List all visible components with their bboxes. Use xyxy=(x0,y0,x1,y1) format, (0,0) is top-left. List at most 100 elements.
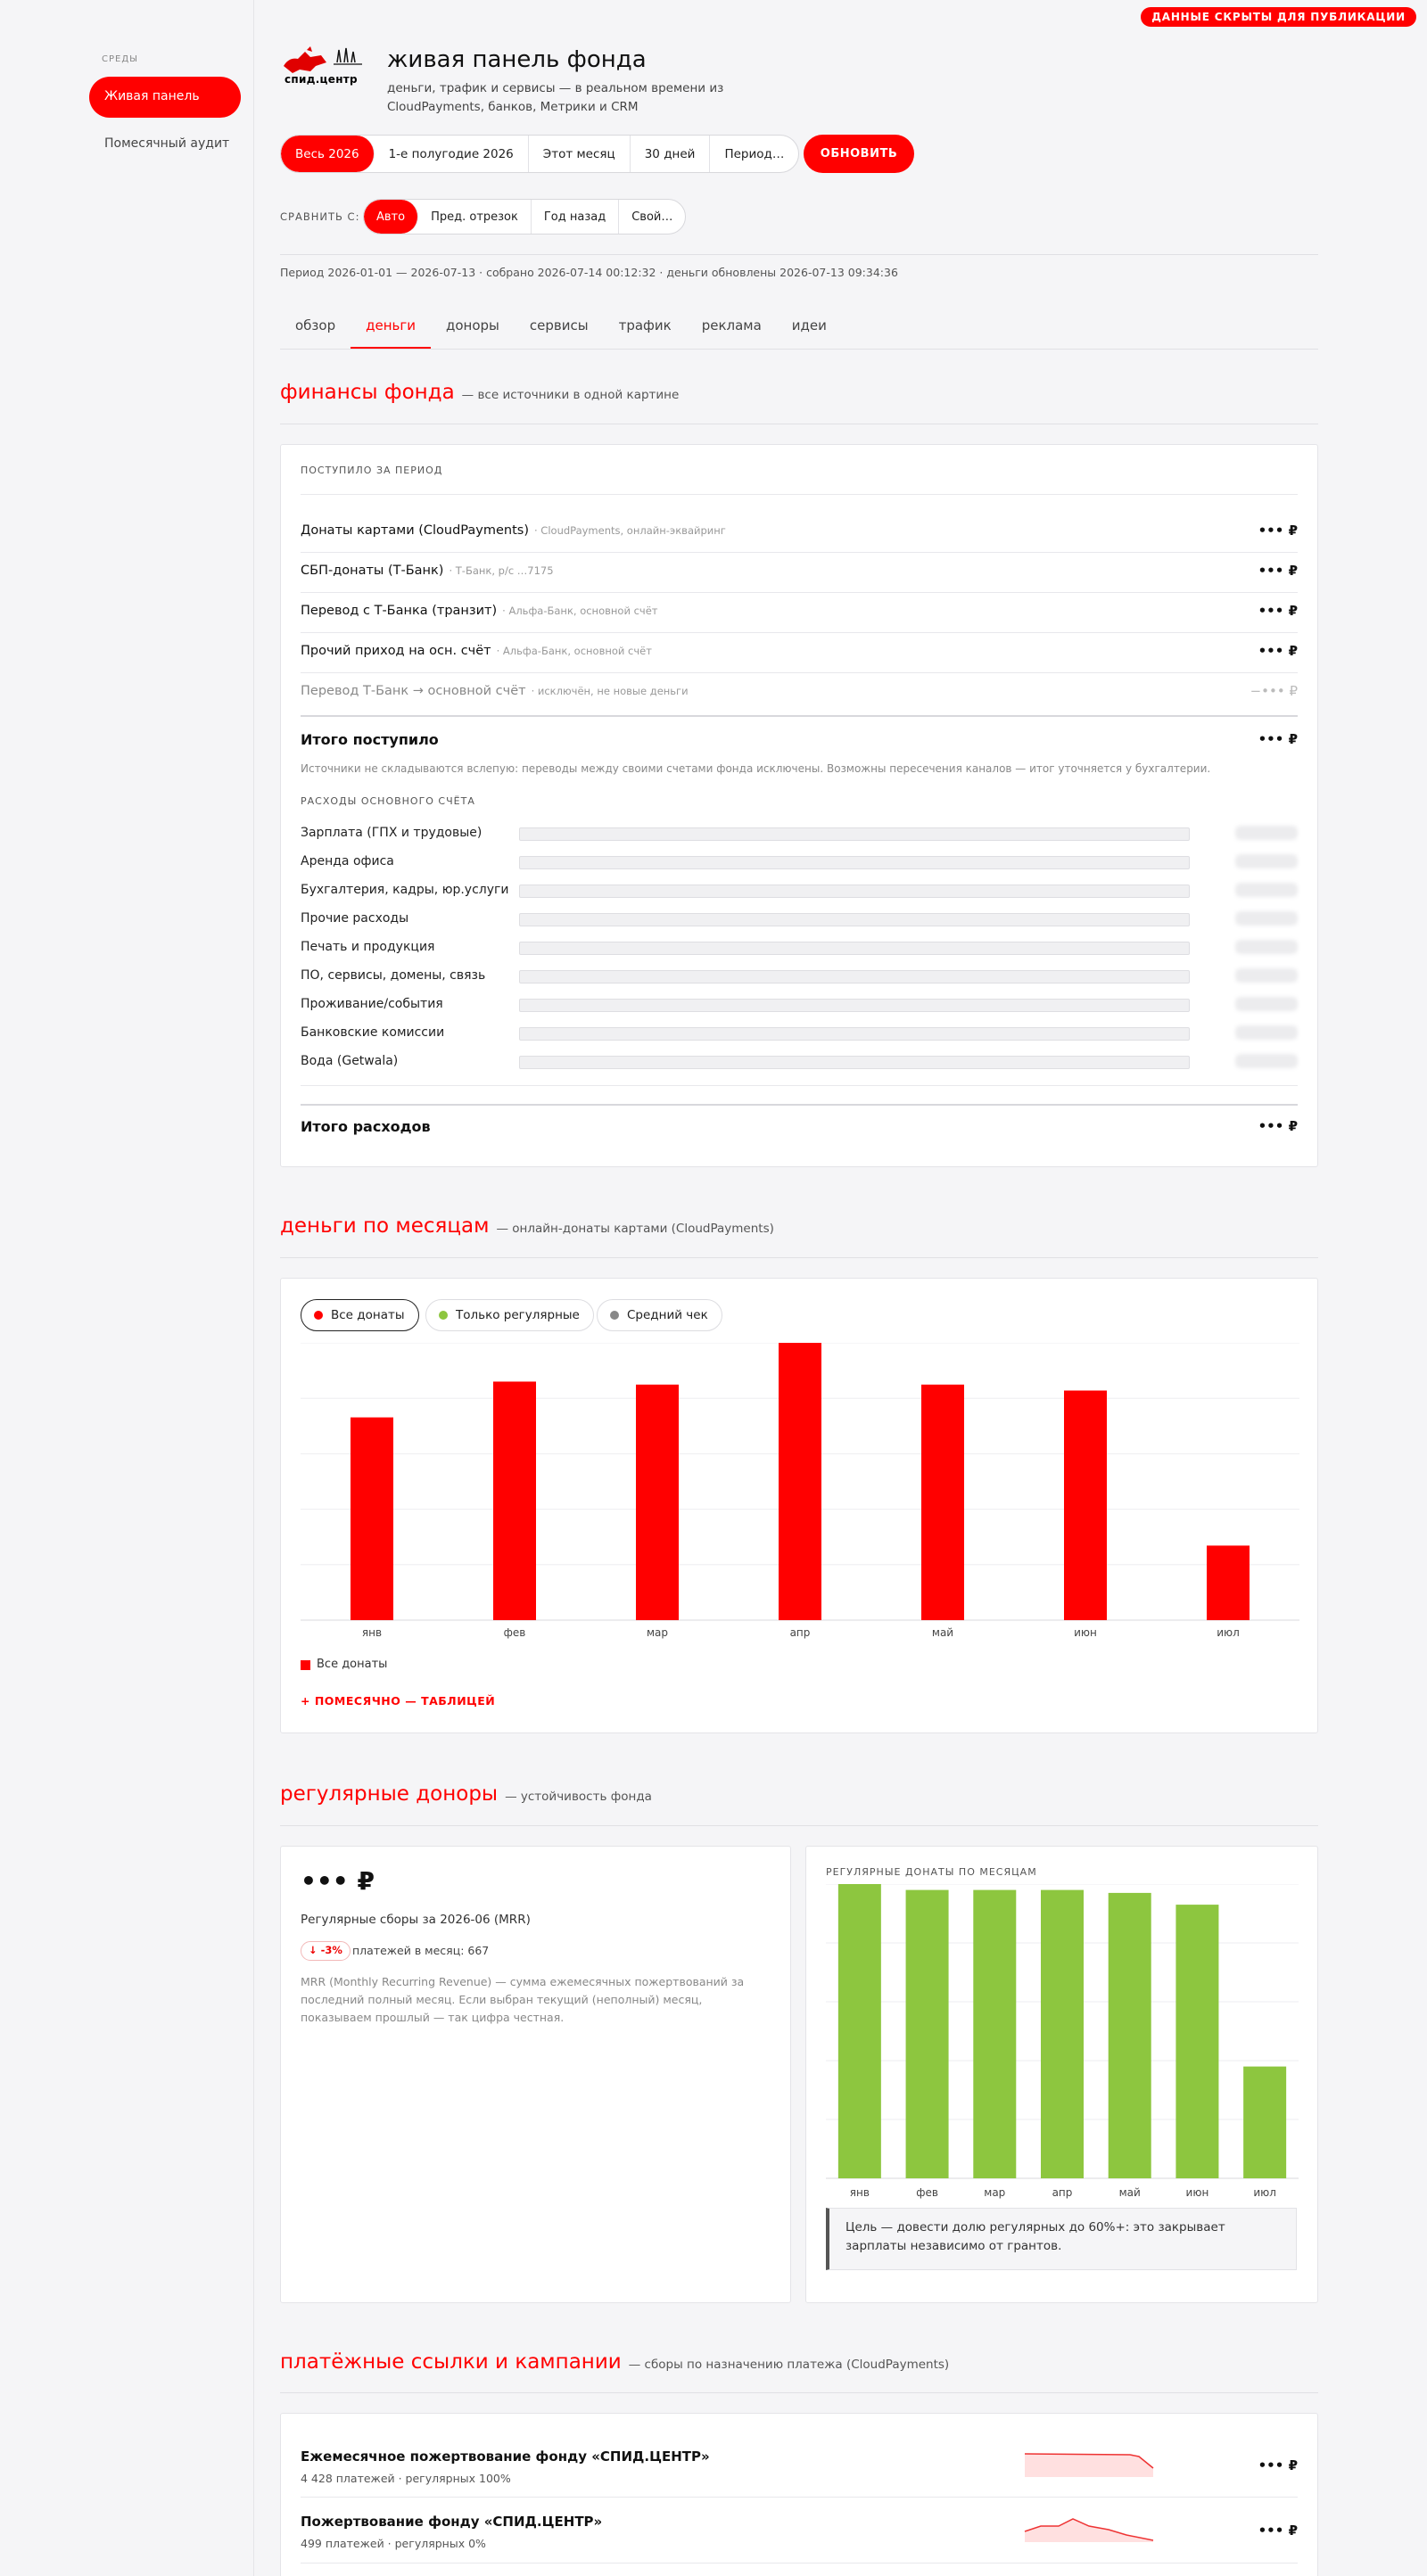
sidebar: СРЕДЫ Живая панель Помесячный аудит xyxy=(0,0,254,2576)
expense-row: Зарплата (ГПХ и трудовые) xyxy=(301,824,1298,842)
period-option-30days[interactable]: 30 дней xyxy=(631,136,711,172)
expense-label: Вода (Getwala) xyxy=(301,1054,399,1068)
bar[interactable] xyxy=(837,1884,881,2178)
bar[interactable] xyxy=(493,1381,536,1620)
expense-bar xyxy=(519,827,1190,841)
expense-label: Бухгалтерия, кадры, юр.услуги xyxy=(301,883,509,897)
x-tick-label: июн xyxy=(1074,1626,1097,1639)
section-heading: регулярные доноры xyxy=(280,1782,499,1806)
tab-ads[interactable]: реклама xyxy=(687,312,777,350)
divider xyxy=(280,349,1318,350)
refresh-button[interactable]: ОБНОВИТЬ xyxy=(804,135,914,173)
logo-text: спид.центр xyxy=(285,73,358,86)
period-option-year[interactable]: Весь 2026 xyxy=(281,136,375,172)
series-dot xyxy=(610,1311,619,1320)
bar[interactable] xyxy=(1207,1545,1250,1620)
income-value: −••• ₽ xyxy=(1250,683,1298,699)
expense-label: Аренда офиса xyxy=(301,854,394,868)
bar[interactable] xyxy=(1243,2066,1287,2178)
tab-services[interactable]: сервисы xyxy=(515,312,604,350)
divider xyxy=(301,715,1298,717)
payment-link-stats: 4 428 платежей · регулярных 100% xyxy=(301,2472,511,2485)
compare-option-custom[interactable]: Свой… xyxy=(619,200,685,234)
section-note: — сборы по назначению платежа (CloudPaym… xyxy=(628,2358,950,2372)
tab-ideas[interactable]: идеи xyxy=(777,312,842,350)
expense-value-hidden xyxy=(1235,1054,1298,1068)
income-label: Перевод Т-Банк → основной счёт xyxy=(301,684,526,698)
x-tick-label: фев xyxy=(504,1626,526,1639)
period-option-custom[interactable]: Период… xyxy=(710,136,798,172)
income-value: ••• ₽ xyxy=(1258,563,1298,579)
bar[interactable] xyxy=(636,1384,679,1620)
expense-bar xyxy=(519,970,1190,983)
x-tick-label: фев xyxy=(916,2186,938,2199)
bar[interactable] xyxy=(1041,1889,1084,2178)
income-row: СБП-донаты (Т-Банк) · Т-Банк, р/с …7175 … xyxy=(301,560,1298,581)
compare-label: СРАВНИТЬ С: xyxy=(280,210,360,223)
divider xyxy=(280,254,1318,255)
expense-label: Банковские комиссии xyxy=(301,1025,445,1040)
expense-row: Банковские комиссии xyxy=(301,1024,1298,1041)
expense-value-hidden xyxy=(1235,968,1298,983)
expense-label: ПО, сервисы, домены, связь xyxy=(301,968,486,983)
tab-bar: обзор деньги доноры сервисы трафик рекла… xyxy=(280,312,842,350)
payments-per-month: платежей в месяц: 667 xyxy=(352,1944,490,1957)
bar[interactable] xyxy=(973,1889,1017,2178)
monthly-table-toggle[interactable]: + ПОМЕСЯЧНО — ТАБЛИЦЕЙ xyxy=(301,1694,495,1708)
sidebar-item-monthly-audit[interactable]: Помесячный аудит xyxy=(104,134,238,153)
divider xyxy=(301,552,1298,553)
bar[interactable] xyxy=(905,1889,949,2178)
payment-link-value: ••• ₽ xyxy=(1258,2457,1298,2473)
divider xyxy=(301,1104,1298,1106)
sidebar-item-live-panel[interactable]: Живая панель xyxy=(89,77,241,118)
finance-card: ПОСТУПИЛО ЗА ПЕРИОД Донаты картами (Clou… xyxy=(280,444,1318,1167)
expense-label: Зарплата (ГПХ и трудовые) xyxy=(301,826,483,840)
income-label: Перевод с Т-Банка (транзит) xyxy=(301,604,498,618)
regular-chart-heading: РЕГУЛЯРНЫЕ ДОНАТЫ ПО МЕСЯЦАМ xyxy=(826,1866,1037,1878)
period-option-half[interactable]: 1-е полугодие 2026 xyxy=(375,136,529,172)
bar[interactable] xyxy=(779,1343,821,1620)
tab-traffic[interactable]: трафик xyxy=(604,312,687,350)
filter-avg-check[interactable]: Средний чек xyxy=(597,1299,722,1331)
pill-label: Только регулярные xyxy=(456,1308,580,1322)
compare-option-year-ago[interactable]: Год назад xyxy=(532,200,620,234)
expense-bar xyxy=(519,942,1190,955)
tab-money[interactable]: деньги xyxy=(351,312,431,350)
tab-overview[interactable]: обзор xyxy=(280,312,351,350)
bar[interactable] xyxy=(921,1384,964,1620)
expenses-total-value: ••• ₽ xyxy=(1258,1118,1298,1134)
filter-regular-only[interactable]: Только регулярные xyxy=(425,1299,594,1331)
bar[interactable] xyxy=(1175,1905,1219,2178)
tab-donors[interactable]: доноры xyxy=(431,312,515,350)
income-source: · Т-Банк, р/с …7175 xyxy=(449,564,554,577)
income-source: · Альфа-Банк, основной счёт xyxy=(496,645,652,657)
expense-row: Проживание/события xyxy=(301,995,1298,1013)
pill-label: Средний чек xyxy=(627,1308,708,1322)
sidebar-heading: СРЕДЫ xyxy=(102,54,138,64)
bar[interactable] xyxy=(351,1417,393,1620)
mrr-description: MRR (Monthly Recurring Revenue) — сумма … xyxy=(301,1975,745,2024)
x-tick-label: июл xyxy=(1217,1626,1240,1639)
legend-label: Все донаты xyxy=(317,1658,388,1671)
expense-value-hidden xyxy=(1235,911,1298,926)
filter-all-donations[interactable]: Все донаты xyxy=(301,1299,419,1331)
bar[interactable] xyxy=(1064,1390,1107,1620)
expense-row: Вода (Getwala) xyxy=(301,1052,1298,1070)
mrr-delta-badge: ↓ -3% xyxy=(301,1941,351,1961)
x-tick-label: май xyxy=(1119,2186,1141,2199)
period-option-month[interactable]: Этот месяц xyxy=(529,136,631,172)
compare-option-auto[interactable]: Авто xyxy=(364,200,419,234)
page-title: живая панель фонда xyxy=(387,46,647,73)
bar[interactable] xyxy=(1108,1892,1151,2178)
expense-label: Печать и продукция xyxy=(301,940,435,954)
x-tick-label: июн xyxy=(1186,2186,1209,2199)
payment-link-stats: 499 платежей · регулярных 0% xyxy=(301,2537,486,2550)
divider xyxy=(301,2497,1298,2498)
legend-swatch xyxy=(301,1660,310,1670)
income-value: ••• ₽ xyxy=(1258,643,1298,659)
compare-option-prev[interactable]: Пред. отрезок xyxy=(418,200,532,234)
expense-bar xyxy=(519,999,1190,1012)
payment-link-row[interactable]: Ежемесячное пожертвование фонду «СПИД.ЦЕ… xyxy=(301,2448,1298,2511)
goal-note: Цель — довести долю регулярных до 60%+: … xyxy=(826,2208,1297,2270)
payment-link-row[interactable]: Пожертвование фонду «СПИД.ЦЕНТР» 499 пла… xyxy=(301,2514,1298,2576)
